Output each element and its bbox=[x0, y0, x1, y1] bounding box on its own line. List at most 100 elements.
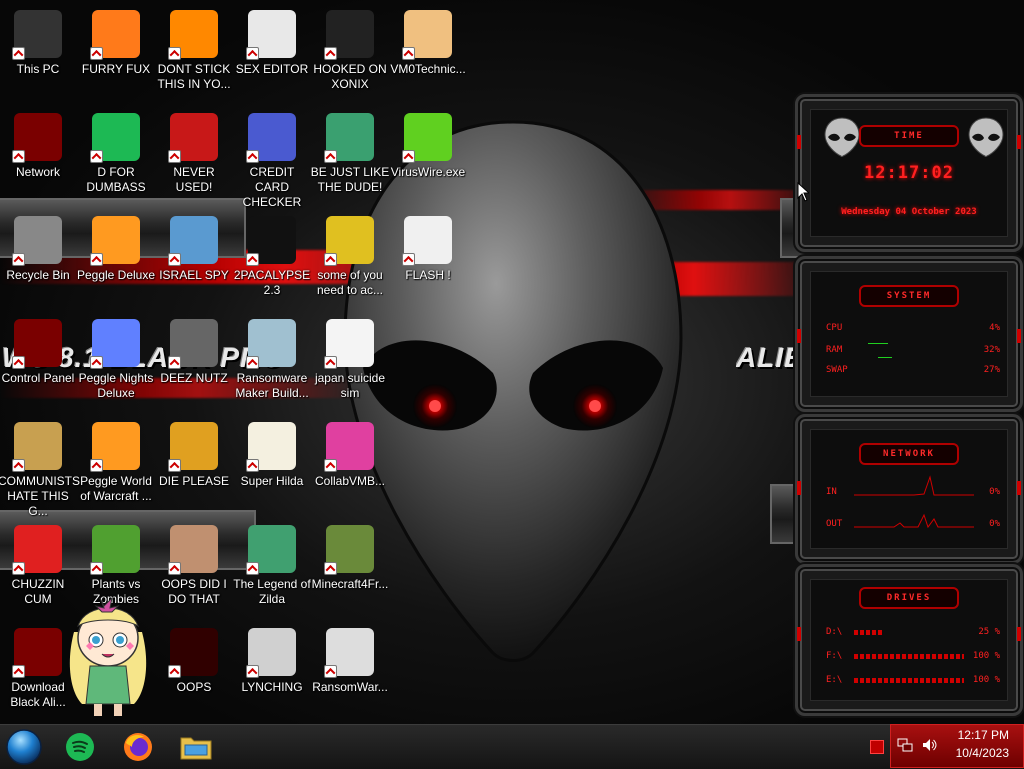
network-icon[interactable] bbox=[897, 737, 913, 753]
desktop-icon-label: DONT STICK THIS IN YO... bbox=[157, 62, 231, 91]
shortcut-arrow-icon bbox=[90, 47, 103, 60]
taskbar-clock-date[interactable]: 10/4/2023 bbox=[956, 746, 1009, 760]
collabvm-icon bbox=[324, 422, 374, 472]
shortcut-arrow-icon bbox=[246, 356, 259, 369]
desktop-icon[interactable]: Control Panel bbox=[0, 319, 78, 386]
desktop-pet-character[interactable] bbox=[60, 592, 156, 720]
network-out-value: 0% bbox=[989, 519, 1000, 529]
desktop-icon[interactable]: 2PACALYPSE 2.3 bbox=[232, 216, 312, 298]
desktop-icon[interactable]: HOOKED ON XONIX bbox=[310, 10, 390, 92]
drive-usage-value: 100 % bbox=[972, 651, 1000, 661]
taskbar-firefox[interactable] bbox=[118, 729, 158, 765]
desktop-icon[interactable]: DONT STICK THIS IN YO... bbox=[154, 10, 234, 92]
desktop-icon[interactable]: some of you need to ac... bbox=[310, 216, 390, 298]
taskbar bbox=[0, 724, 1024, 769]
desktop-icon[interactable]: Peggle World of Warcraft ... bbox=[76, 422, 156, 504]
credit-card-icon bbox=[246, 113, 296, 163]
network-in-value: 0% bbox=[989, 487, 1000, 497]
desktop-icon[interactable]: Minecraft4Fr... bbox=[310, 525, 390, 592]
control-panel-icon bbox=[12, 319, 62, 369]
desktop-icon[interactable]: RansomWar... bbox=[310, 628, 390, 695]
swap-graph-line bbox=[878, 357, 892, 358]
widget-accent bbox=[797, 627, 801, 641]
time-widget: TIME 12:17:02 Wednesday 04 October 2023 bbox=[795, 94, 1023, 252]
taskbar-spotify[interactable] bbox=[60, 729, 100, 765]
elf-dude-icon bbox=[324, 113, 374, 163]
shortcut-arrow-icon bbox=[12, 253, 25, 266]
desktop-icon-label: VirusWire.exe bbox=[390, 165, 466, 179]
drive-row: D:\ 25 % bbox=[826, 627, 1000, 637]
desktop-icon[interactable]: SEX EDITOR bbox=[232, 10, 312, 77]
shortcut-arrow-icon bbox=[324, 562, 337, 575]
drive-usage-value: 100 % bbox=[972, 675, 1000, 685]
desktop-icon-label: Network bbox=[15, 165, 60, 179]
zelda-sprite-icon bbox=[246, 525, 296, 575]
desktop-icon[interactable]: D FOR DUMBASS bbox=[76, 113, 156, 195]
desktop-icon[interactable]: ISRAEL SPY bbox=[154, 216, 234, 283]
xonix-game-icon bbox=[324, 10, 374, 60]
network-widget-title: NETWORK bbox=[859, 443, 959, 465]
desktop-icon[interactable]: COMMUNISTS HATE THIS G... bbox=[0, 422, 80, 519]
desktop-icon-label: ISRAEL SPY bbox=[159, 268, 229, 282]
cpu-row: CPU 4% bbox=[826, 323, 1000, 333]
peggle-wow-icon bbox=[90, 422, 140, 472]
shortcut-arrow-icon bbox=[324, 47, 337, 60]
volume-icon[interactable] bbox=[921, 737, 937, 753]
desktop-icon[interactable]: Super Hilda bbox=[232, 422, 312, 489]
ransomware-builder-icon bbox=[246, 319, 296, 369]
desktop-icon[interactable]: FLASH ! bbox=[388, 216, 468, 283]
desktop-icon[interactable]: BE JUST LIKE THE DUDE! bbox=[310, 113, 390, 195]
shortcut-arrow-icon bbox=[324, 356, 337, 369]
desktop-icon[interactable]: Peggle Nights Deluxe bbox=[76, 319, 156, 401]
desktop-icon-label: DIE PLEASE bbox=[158, 474, 230, 488]
desktop-icon-label: D FOR DUMBASS bbox=[86, 165, 146, 194]
start-button[interactable] bbox=[4, 729, 44, 765]
desktop-icon[interactable]: OOPS bbox=[154, 628, 234, 695]
desktop-icon[interactable]: LYNCHING bbox=[232, 628, 312, 695]
desktop-icon[interactable]: CREDIT CARD CHECKER bbox=[232, 113, 312, 210]
desktop-icon[interactable]: Peggle Deluxe bbox=[76, 216, 156, 283]
drive-label: E:\ bbox=[826, 675, 843, 685]
widget-accent bbox=[797, 329, 801, 343]
alien-logo-icon bbox=[824, 117, 860, 157]
alien-network-icon bbox=[12, 113, 62, 163]
desktop-icon-label: japan suicide sim bbox=[314, 371, 386, 400]
desktop-icon-label: Ransomware Maker Build... bbox=[235, 371, 309, 400]
network-in-label: IN bbox=[826, 487, 837, 497]
desktop-icon[interactable]: This PC bbox=[0, 10, 78, 77]
spotify-icon bbox=[66, 733, 94, 761]
desktop-icon[interactable]: DIE PLEASE bbox=[154, 422, 234, 489]
desktop-icon[interactable]: NEVER USED! bbox=[154, 113, 234, 195]
desktop-icon[interactable]: The Legend of Zilda bbox=[232, 525, 312, 607]
desktop-icon[interactable]: Network bbox=[0, 113, 78, 180]
shortcut-arrow-icon bbox=[12, 47, 25, 60]
desktop-icon[interactable]: VirusWire.exe bbox=[388, 113, 468, 180]
desktop-icon[interactable]: Ransomware Maker Build... bbox=[232, 319, 312, 401]
taskbar-clock-time[interactable]: 12:17 PM bbox=[958, 728, 1009, 742]
vlc-cone-icon bbox=[168, 10, 218, 60]
taskbar-file-explorer[interactable] bbox=[176, 729, 216, 765]
chuzzle-icon bbox=[12, 525, 62, 575]
desktop-icon-label: VM0Technic... bbox=[390, 62, 466, 76]
terminal-icon bbox=[246, 216, 296, 266]
desktop-icon[interactable]: FURRY FUX bbox=[76, 10, 156, 77]
desktop-icon[interactable]: VM0Technic... bbox=[388, 10, 468, 77]
firefox-icon bbox=[124, 733, 152, 761]
ram-graph-line bbox=[868, 343, 888, 344]
desktop-icon-label: some of you need to ac... bbox=[316, 268, 384, 297]
desktop-icon[interactable]: japan suicide sim bbox=[310, 319, 390, 401]
stacked-windows-icon bbox=[168, 319, 218, 369]
desktop-icon[interactable]: CollabVMB... bbox=[310, 422, 390, 489]
spotify-icon bbox=[90, 113, 140, 163]
desktop-icon[interactable]: DEEZ NUTZ bbox=[154, 319, 234, 386]
show-hidden-icons-button[interactable] bbox=[870, 740, 884, 754]
desktop-icon[interactable]: OOPS DID I DO THAT bbox=[154, 525, 234, 607]
shortcut-arrow-icon bbox=[402, 253, 415, 266]
shortcut-arrow-icon bbox=[168, 356, 181, 369]
shortcut-arrow-icon bbox=[246, 150, 259, 163]
pixel-character-icon bbox=[246, 422, 296, 472]
hxd-editor-icon bbox=[246, 10, 296, 60]
folder-icon bbox=[180, 737, 212, 760]
desktop-icon[interactable]: Recycle Bin bbox=[0, 216, 78, 283]
minecraft-block-icon bbox=[324, 525, 374, 575]
